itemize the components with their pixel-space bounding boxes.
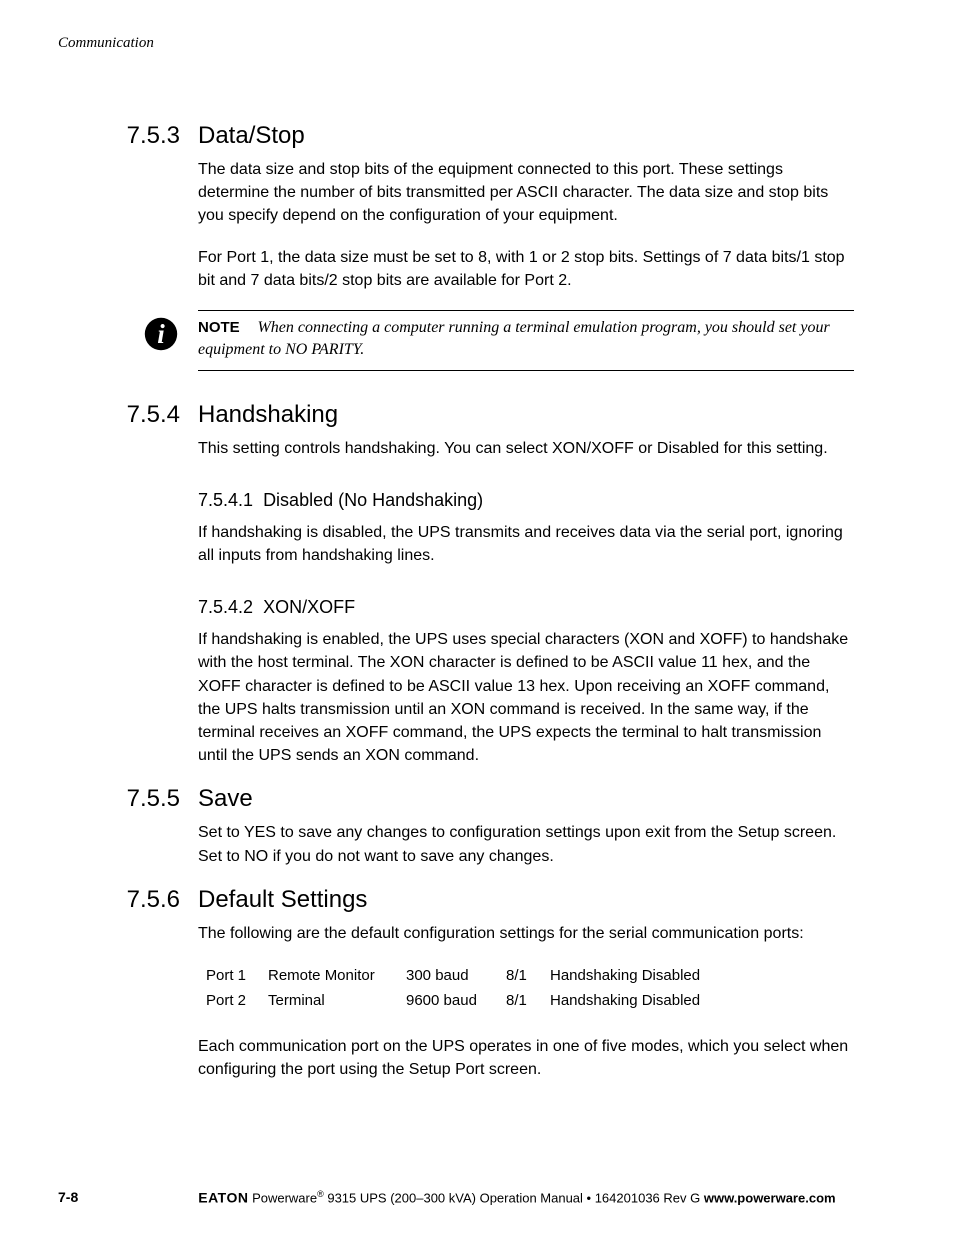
note-text: When connecting a computer running a ter… <box>198 319 830 358</box>
cell-port: Port 2 <box>206 992 268 1009</box>
page-number: 7-8 <box>58 1189 78 1205</box>
body-text: For Port 1, the data size must be set to… <box>198 246 854 292</box>
body-text: If handshaking is enabled, the UPS uses … <box>198 628 854 767</box>
body-text: Set to YES to save any changes to config… <box>198 821 854 867</box>
table-row: Port 2 Terminal 9600 baud 8/1 Handshakin… <box>206 988 854 1013</box>
subsection-title: Disabled (No Handshaking) <box>263 490 483 510</box>
info-icon: i <box>143 316 179 352</box>
cell-port: Port 1 <box>206 967 268 984</box>
running-header: Communication <box>58 35 854 52</box>
section-title: Data/Stop <box>198 122 305 150</box>
cell-baud: 300 baud <box>406 967 506 984</box>
section-number: 7.5.3 <box>58 122 198 150</box>
subsection-number: 7.5.4.1 <box>198 490 253 510</box>
body-text: If handshaking is disabled, the UPS tran… <box>198 521 854 567</box>
svg-text:i: i <box>157 319 165 349</box>
section-title: Default Settings <box>198 886 367 914</box>
footer-url: www.powerware.com <box>704 1190 836 1205</box>
body-text: Each communication port on the UPS opera… <box>198 1035 854 1081</box>
section-753-heading: 7.5.3 Data/Stop <box>58 122 854 150</box>
body-text: The following are the default configurat… <box>198 922 854 945</box>
default-settings-table: Port 1 Remote Monitor 300 baud 8/1 Hands… <box>206 963 854 1013</box>
section-756-heading: 7.5.6 Default Settings <box>58 886 854 914</box>
cell-baud: 9600 baud <box>406 992 506 1009</box>
note-label: NOTE <box>198 319 240 336</box>
footer-doc-info: 9315 UPS (200–300 kVA) Operation Manual … <box>324 1190 704 1205</box>
cell-handshaking: Handshaking Disabled <box>550 967 700 984</box>
table-row: Port 1 Remote Monitor 300 baud 8/1 Hands… <box>206 963 854 988</box>
section-number: 7.5.5 <box>58 785 198 813</box>
cell-handshaking: Handshaking Disabled <box>550 992 700 1009</box>
subsection-7541-heading: 7.5.4.1 Disabled (No Handshaking) <box>198 490 854 511</box>
section-number: 7.5.6 <box>58 886 198 914</box>
section-number: 7.5.4 <box>58 401 198 429</box>
cell-mode: Terminal <box>268 992 406 1009</box>
subsection-7542-heading: 7.5.4.2 XON/XOFF <box>198 597 854 618</box>
footer-product: Powerware <box>248 1190 317 1205</box>
footer-brand: EATON <box>198 1189 248 1205</box>
page-footer: 7-8 EATON Powerware® 9315 UPS (200–300 k… <box>58 1189 896 1205</box>
note-block: i NOTE When connecting a computer runnin… <box>58 310 854 371</box>
body-text: The data size and stop bits of the equip… <box>198 158 854 228</box>
body-text: This setting controls handshaking. You c… <box>198 437 854 460</box>
cell-bits: 8/1 <box>506 992 550 1009</box>
section-755-heading: 7.5.5 Save <box>58 785 854 813</box>
subsection-number: 7.5.4.2 <box>198 597 253 617</box>
section-754-heading: 7.5.4 Handshaking <box>58 401 854 429</box>
section-title: Save <box>198 785 253 813</box>
cell-mode: Remote Monitor <box>268 967 406 984</box>
cell-bits: 8/1 <box>506 967 550 984</box>
section-title: Handshaking <box>198 401 338 429</box>
subsection-title: XON/XOFF <box>263 597 355 617</box>
